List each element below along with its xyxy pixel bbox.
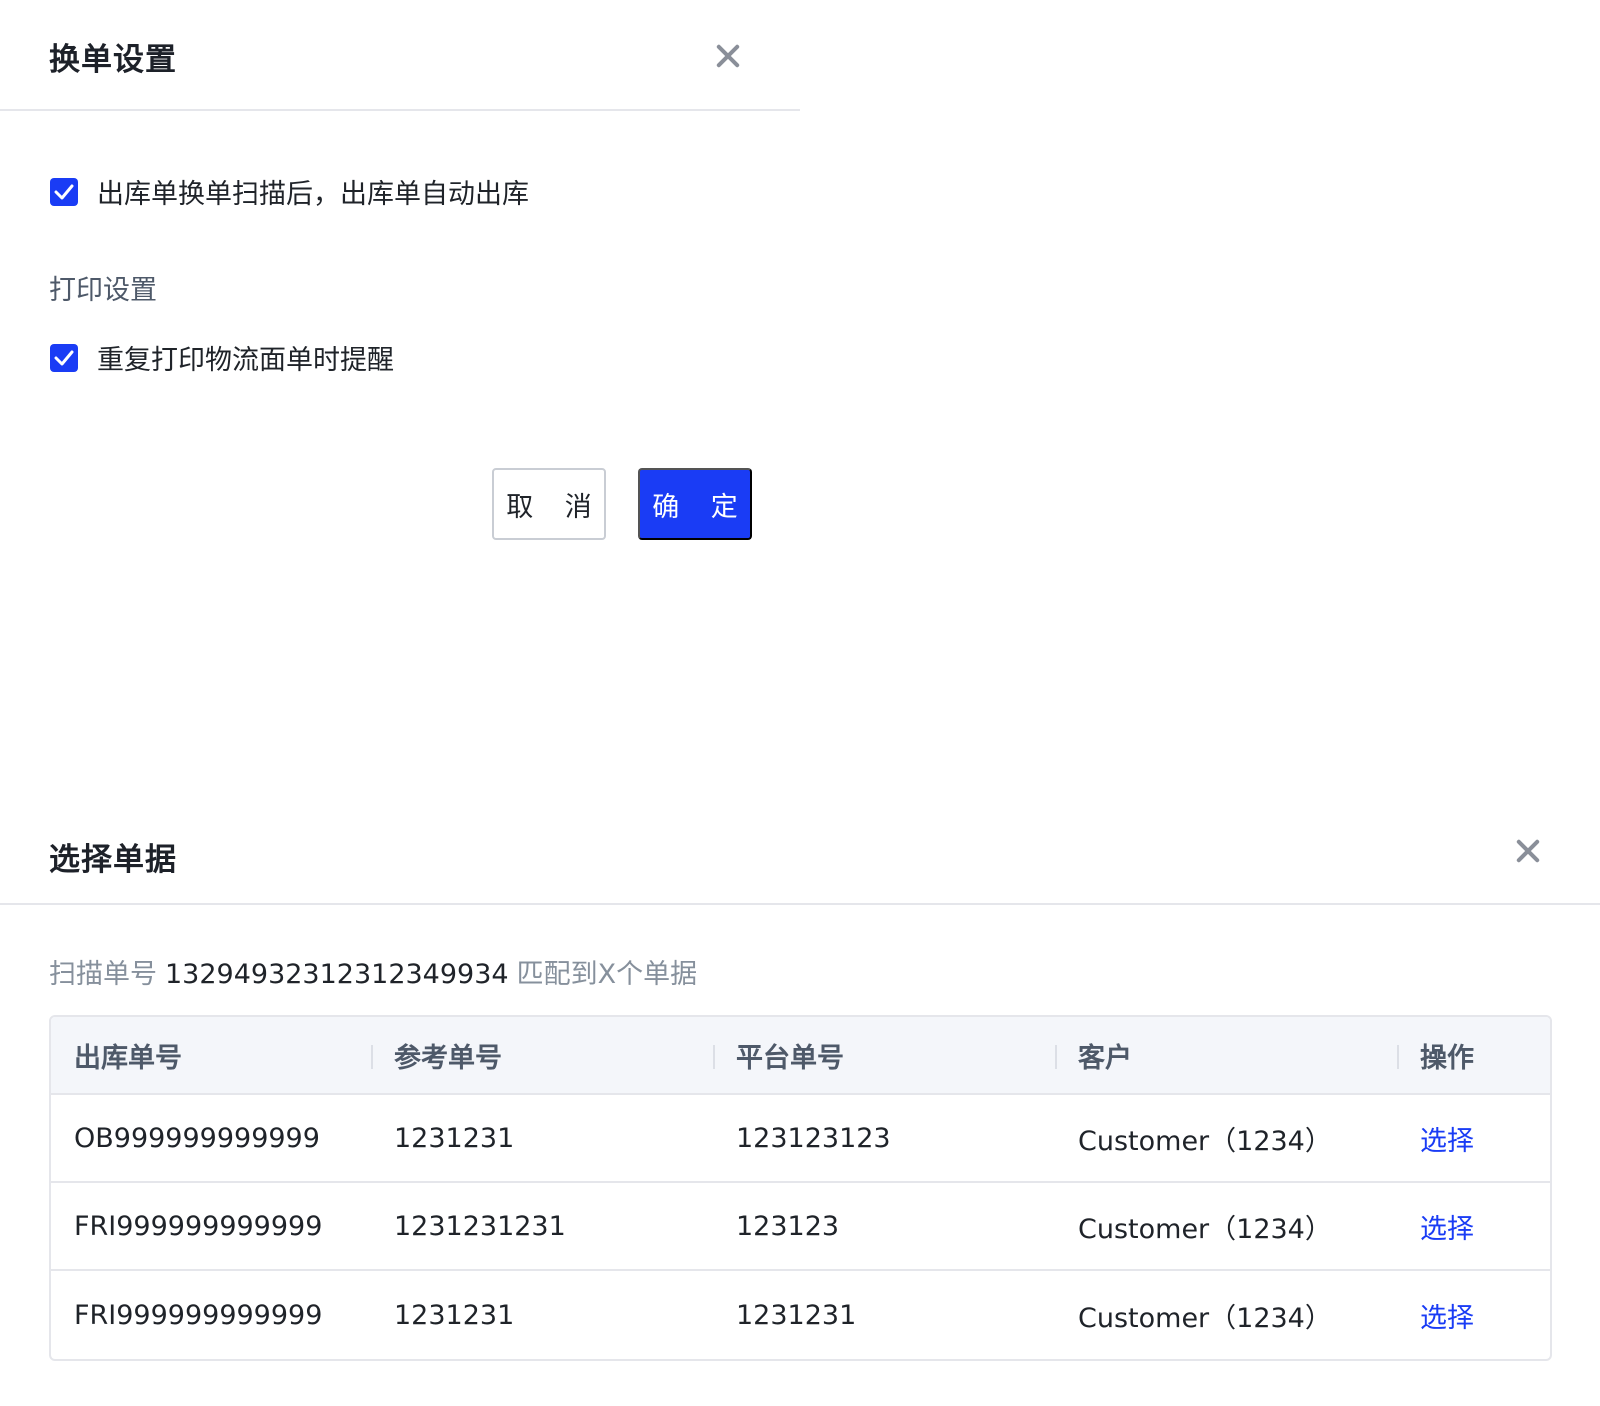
- cell-reference: 1231231231: [394, 1210, 566, 1242]
- auto-outbound-checkbox[interactable]: [50, 177, 78, 206]
- cell-platform: 123123123: [736, 1122, 891, 1154]
- scan-result-text: 扫描单号 13294932312312349934 匹配到X个单据: [49, 952, 697, 991]
- dialog-title: 选择单据: [49, 842, 177, 878]
- cell-reference: 1231231: [394, 1122, 515, 1154]
- print-settings-heading: 打印设置: [49, 275, 157, 306]
- dialog-header: 选择单据: [0, 792, 1600, 905]
- cell-platform: 123123: [736, 1210, 840, 1242]
- table-header: 出库单号 参考单号 平台单号 客户 操作: [51, 1017, 1550, 1095]
- scan-suffix: 匹配到X个单据: [516, 959, 698, 990]
- cell-customer: Customer（1234）: [1078, 1213, 1332, 1245]
- column-header-outbound: 出库单号: [74, 1042, 182, 1074]
- reprint-reminder-checkbox[interactable]: [50, 343, 78, 372]
- column-header-platform: 平台单号: [713, 1017, 1055, 1093]
- cell-reference: 1231231: [394, 1299, 515, 1331]
- select-document-dialog: 选择单据 扫描单号 13294932312312349934 匹配到X个单据 出库单…: [0, 792, 1600, 1406]
- select-link[interactable]: 选择: [1420, 1303, 1474, 1334]
- reprint-reminder-label: 重复打印物流面单时提醒: [97, 345, 394, 376]
- close-icon[interactable]: [711, 39, 745, 73]
- cell-outbound: OB999999999999: [74, 1122, 320, 1154]
- column-header-action: 操作: [1397, 1017, 1550, 1093]
- auto-outbound-label: 出库单换单扫描后，出库单自动出库: [97, 179, 529, 210]
- cancel-button[interactable]: 取 消: [492, 468, 606, 540]
- check-icon: [54, 184, 74, 199]
- dialog-title: 换单设置: [49, 42, 177, 78]
- cell-outbound: FRI999999999999: [74, 1210, 323, 1242]
- exchange-settings-dialog: 换单设置 出库单换单扫描后，出库单自动出库 打印设置 重复打印物流面单时提醒 取…: [0, 0, 800, 600]
- close-icon[interactable]: [1511, 834, 1545, 868]
- scan-number: 13294932312312349934: [165, 959, 509, 990]
- check-icon: [54, 350, 74, 365]
- dialog-header: 换单设置: [0, 0, 800, 111]
- column-header-customer: 客户: [1055, 1017, 1397, 1093]
- table-row: OB999999999999 1231231 123123123 Custome…: [51, 1095, 1550, 1183]
- select-link[interactable]: 选择: [1420, 1126, 1474, 1157]
- cell-customer: Customer（1234）: [1078, 1302, 1332, 1334]
- column-header-reference: 参考单号: [371, 1017, 713, 1093]
- document-table: 出库单号 参考单号 平台单号 客户 操作 OB999999999999 1231…: [49, 1015, 1552, 1361]
- confirm-button[interactable]: 确 定: [638, 468, 752, 540]
- table-row: FRI999999999999 1231231 1231231 Customer…: [51, 1271, 1550, 1359]
- table-row: FRI999999999999 1231231231 123123 Custom…: [51, 1183, 1550, 1271]
- select-link[interactable]: 选择: [1420, 1214, 1474, 1245]
- reprint-reminder-option[interactable]: 重复打印物流面单时提醒: [50, 338, 394, 377]
- cell-outbound: FRI999999999999: [74, 1299, 323, 1331]
- scan-prefix: 扫描单号: [49, 959, 157, 990]
- cell-platform: 1231231: [736, 1299, 857, 1331]
- auto-outbound-option[interactable]: 出库单换单扫描后，出库单自动出库: [50, 172, 529, 211]
- cell-customer: Customer（1234）: [1078, 1125, 1332, 1157]
